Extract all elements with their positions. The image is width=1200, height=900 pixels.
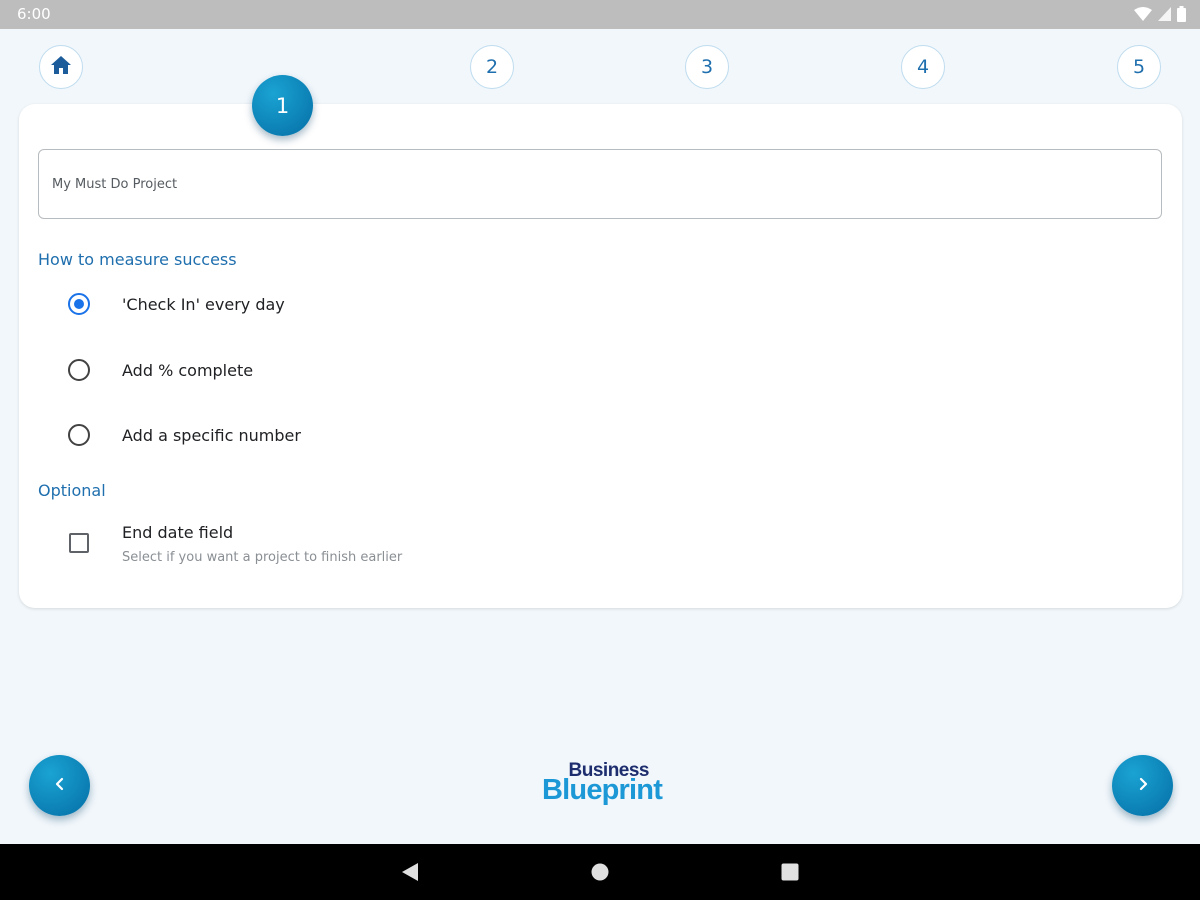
form-card: My Must Do Project How to measure succes… (19, 104, 1182, 608)
radio-button[interactable] (68, 424, 90, 446)
back-triangle-icon[interactable] (401, 862, 419, 886)
chevron-left-icon (53, 776, 67, 795)
system-nav-bar (0, 844, 1200, 900)
end-date-title: End date field (122, 523, 234, 542)
radio-label: Add a specific number (122, 425, 301, 445)
battery-icon (1177, 6, 1186, 26)
step-3-label: 3 (700, 56, 714, 78)
home-step-button[interactable] (39, 45, 83, 89)
project-name-input[interactable]: My Must Do Project (38, 149, 1162, 219)
next-button[interactable] (1112, 755, 1173, 816)
radio-label: Add % complete (122, 360, 254, 380)
step-5-button[interactable]: 5 (1117, 45, 1161, 89)
business-blueprint-logo: Business Blueprint (541, 760, 663, 814)
radio-label: 'Check In' every day (122, 294, 285, 314)
step-1-button-active[interactable]: 1 (252, 75, 313, 136)
home-icon (51, 55, 71, 79)
measure-success-heading: How to measure success (38, 250, 237, 269)
radio-button[interactable] (68, 359, 90, 381)
end-date-subtitle: Select if you want a project to finish e… (122, 550, 403, 565)
end-date-checkbox[interactable] (69, 533, 89, 553)
step-1-label: 1 (275, 93, 290, 118)
step-4-button[interactable]: 4 (901, 45, 945, 89)
chevron-right-icon (1136, 776, 1150, 795)
project-name-value: My Must Do Project (52, 176, 178, 192)
status-icons (1134, 6, 1186, 26)
back-button[interactable] (29, 755, 90, 816)
step-2-label: 2 (485, 56, 499, 78)
step-2-button[interactable]: 2 (470, 45, 514, 89)
app-screen: 6:00 2 3 4 5 My Must Do Project How to m… (0, 0, 1200, 900)
step-4-label: 4 (916, 56, 930, 78)
logo-text-blueprint: Blueprint (542, 774, 663, 806)
radio-option-percent-complete[interactable]: Add % complete (68, 359, 253, 381)
step-3-button[interactable]: 3 (685, 45, 729, 89)
status-time: 6:00 (17, 5, 51, 23)
radio-option-check-in[interactable]: 'Check In' every day (68, 293, 285, 315)
wifi-icon (1134, 7, 1152, 25)
step-5-label: 5 (1132, 56, 1146, 78)
optional-heading: Optional (38, 481, 106, 500)
status-bar: 6:00 (0, 0, 1200, 29)
home-circle-icon[interactable] (591, 862, 609, 886)
signal-icon (1158, 7, 1171, 25)
recents-square-icon[interactable] (781, 862, 799, 886)
radio-button-checked[interactable] (68, 293, 90, 315)
radio-option-specific-number[interactable]: Add a specific number (68, 424, 301, 446)
